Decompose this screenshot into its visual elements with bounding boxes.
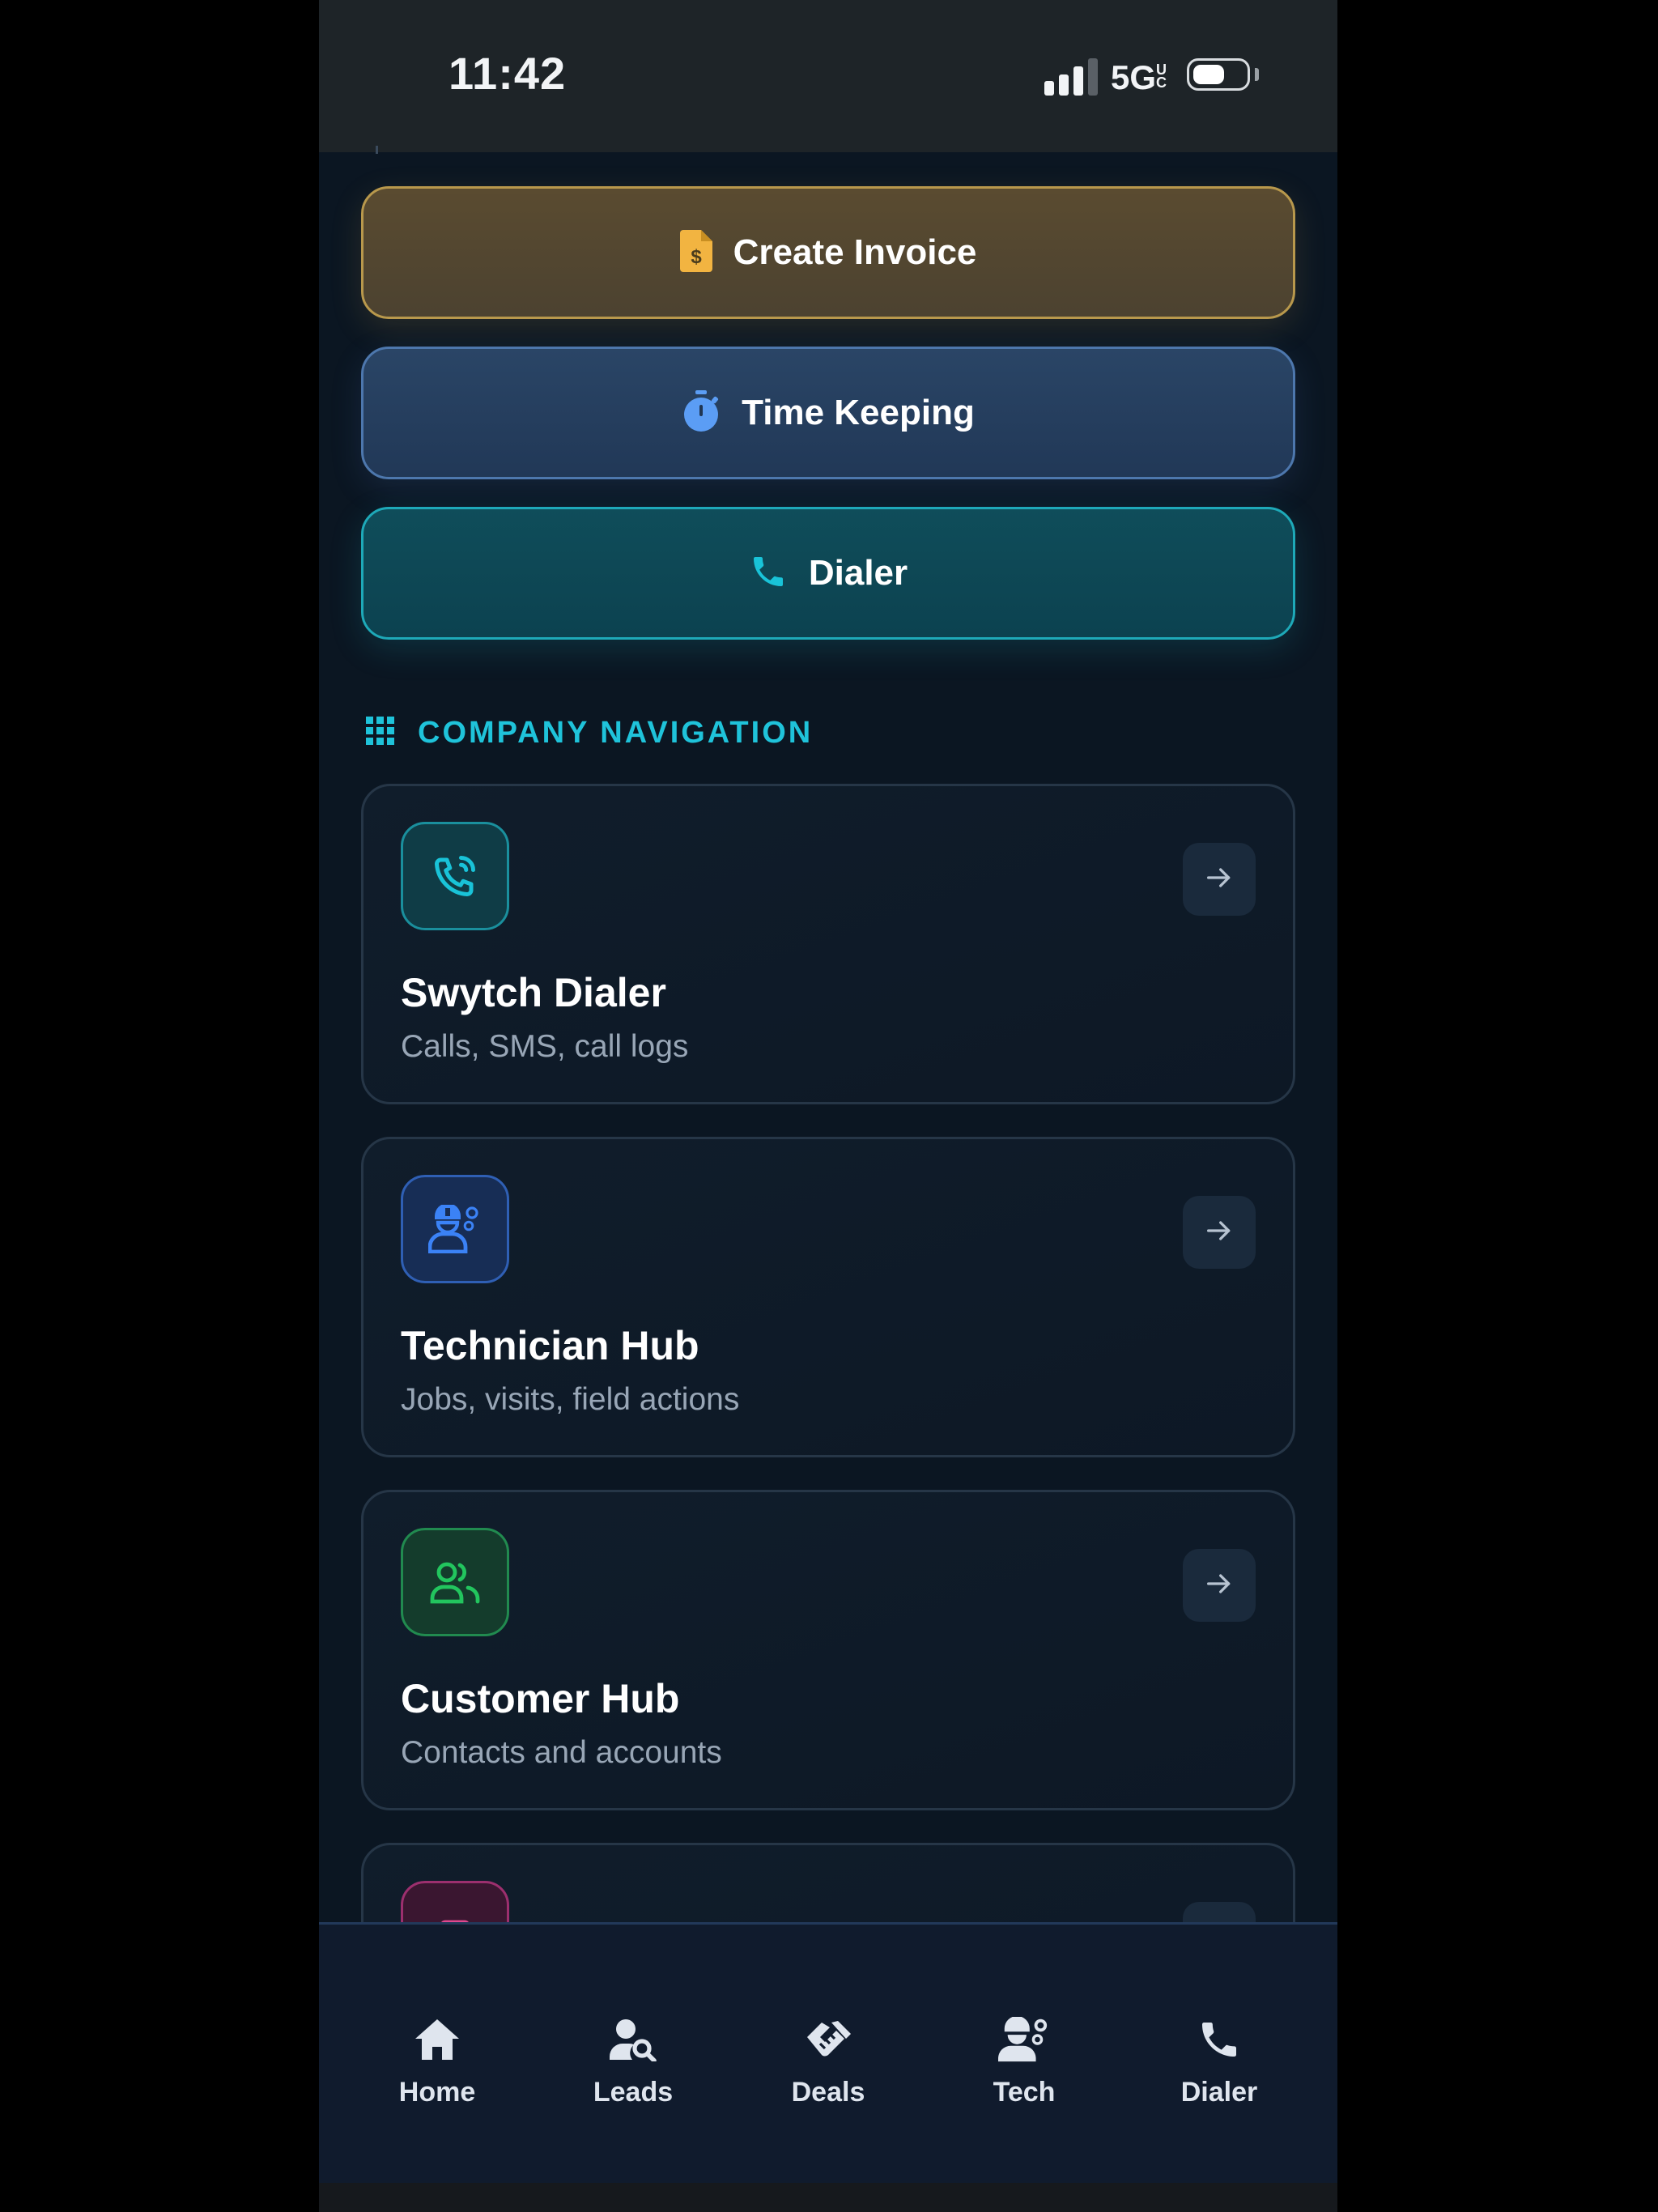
svg-text:$: $ bbox=[691, 246, 702, 268]
create-invoice-label: Create Invoice bbox=[733, 232, 977, 272]
tab-home[interactable]: Home bbox=[356, 2014, 518, 2108]
scroll-edge-mark bbox=[376, 146, 378, 154]
phone-call-icon bbox=[401, 822, 509, 930]
bottom-tab-bar: Home Leads Deals Tech Dialer bbox=[319, 1922, 1337, 2183]
card-title: Swytch Dialer bbox=[401, 970, 666, 1015]
technician-icon bbox=[401, 1175, 509, 1283]
tab-label: Tech bbox=[993, 2077, 1056, 2108]
technician-icon bbox=[998, 2014, 1050, 2065]
signal-strength-icon bbox=[1044, 58, 1099, 96]
time-keeping-button[interactable]: Time Keeping bbox=[361, 347, 1295, 479]
users-icon bbox=[401, 1528, 509, 1636]
battery-cap bbox=[1255, 68, 1259, 81]
technician-hub-open-arrow[interactable] bbox=[1183, 1196, 1256, 1269]
grid-icon bbox=[366, 717, 395, 750]
create-invoice-button[interactable]: $ Create Invoice bbox=[361, 186, 1295, 319]
invoice-icon: $ bbox=[679, 229, 712, 276]
section-title: COMPANY NAVIGATION bbox=[418, 716, 814, 750]
home-indicator-area bbox=[319, 2183, 1337, 2212]
arrow-right-icon bbox=[1203, 1568, 1235, 1604]
card-subtitle: Contacts and accounts bbox=[401, 1735, 722, 1770]
tab-label: Dialer bbox=[1180, 2077, 1258, 2108]
tab-label: Deals bbox=[791, 2077, 865, 2108]
network-indicator: 5GUC bbox=[1111, 58, 1167, 96]
arrow-right-icon bbox=[1203, 861, 1235, 898]
handshake-icon bbox=[802, 2014, 854, 2065]
company-navigation-header: COMPANY NAVIGATION bbox=[366, 716, 813, 751]
arrow-right-icon bbox=[1203, 1214, 1235, 1251]
phone-screen: 11:42 5GUC $ Create Invoice Time Keeping… bbox=[319, 0, 1337, 2183]
status-bar: 11:42 5GUC bbox=[319, 0, 1337, 152]
customer-hub-card[interactable]: Customer Hub Contacts and accounts bbox=[361, 1490, 1295, 1810]
tab-deals[interactable]: Deals bbox=[747, 2014, 909, 2108]
home-icon bbox=[411, 2014, 463, 2065]
technician-hub-card[interactable]: Technician Hub Jobs, visits, field actio… bbox=[361, 1137, 1295, 1457]
battery-icon bbox=[1187, 58, 1250, 91]
card-subtitle: Calls, SMS, call logs bbox=[401, 1029, 689, 1064]
swytch-dialer-open-arrow[interactable] bbox=[1183, 843, 1256, 916]
user-search-icon bbox=[607, 2014, 659, 2065]
swytch-dialer-card[interactable]: Swytch Dialer Calls, SMS, call logs bbox=[361, 784, 1295, 1104]
dialer-button[interactable]: Dialer bbox=[361, 507, 1295, 640]
tab-label: Home bbox=[398, 2077, 476, 2108]
tab-tech[interactable]: Tech bbox=[943, 2014, 1105, 2108]
phone-icon bbox=[749, 552, 788, 595]
status-time: 11:42 bbox=[449, 48, 567, 99]
tab-label: Leads bbox=[593, 2077, 674, 2108]
card-subtitle: Jobs, visits, field actions bbox=[401, 1382, 740, 1417]
card-title: Technician Hub bbox=[401, 1323, 699, 1368]
customer-hub-open-arrow[interactable] bbox=[1183, 1549, 1256, 1622]
tab-leads[interactable]: Leads bbox=[552, 2014, 714, 2108]
dialer-label: Dialer bbox=[808, 553, 908, 593]
time-keeping-label: Time Keeping bbox=[742, 393, 975, 432]
phone-icon bbox=[1193, 2014, 1245, 2065]
tab-dialer[interactable]: Dialer bbox=[1138, 2014, 1300, 2108]
stopwatch-icon bbox=[682, 389, 721, 436]
card-title: Customer Hub bbox=[401, 1676, 680, 1721]
